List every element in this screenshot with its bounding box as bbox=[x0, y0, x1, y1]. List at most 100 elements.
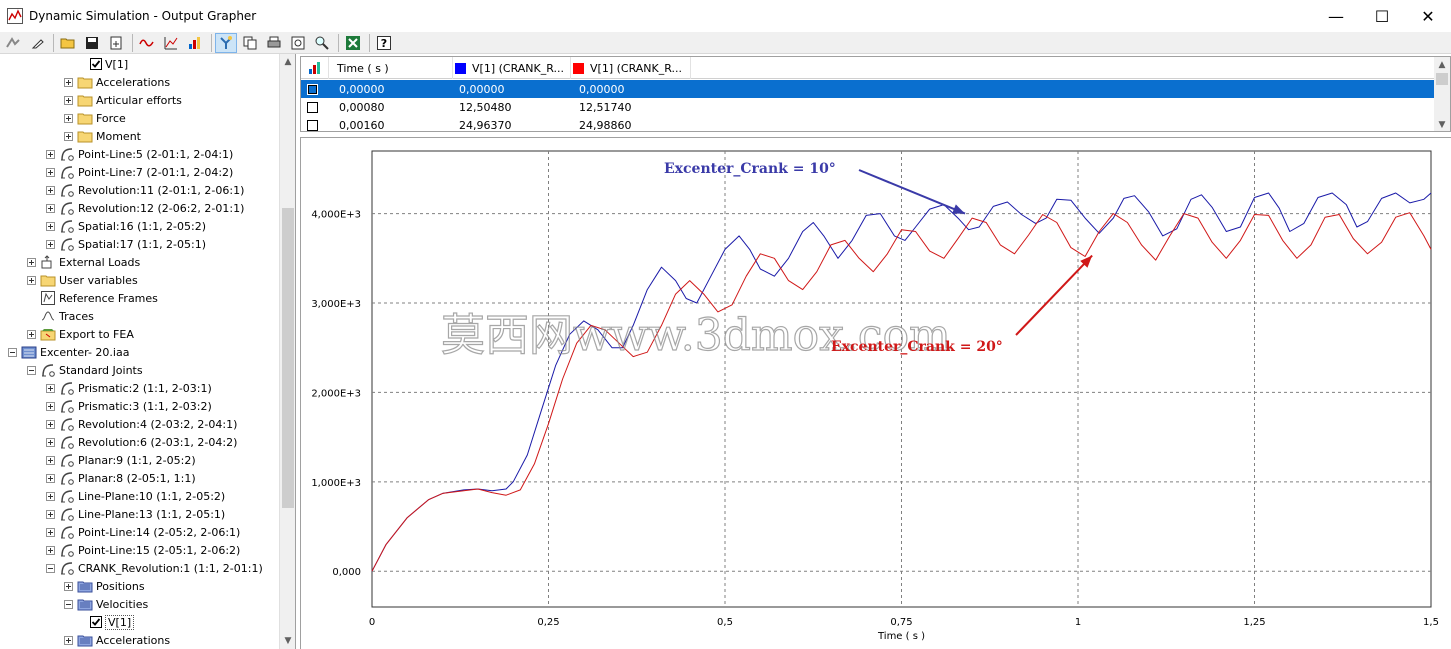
tree-item[interactable]: Point-Line:7 (2-01:1, 2-04:2) bbox=[0, 163, 280, 181]
expand-icon[interactable] bbox=[46, 167, 55, 177]
tree-item[interactable]: User variables bbox=[0, 271, 280, 289]
tree-item[interactable]: Planar:9 (1:1, 2-05:2) bbox=[0, 451, 280, 469]
tree-item[interactable]: Force bbox=[0, 109, 280, 127]
tree-item[interactable]: Revolution:11 (2-01:1, 2-06:1) bbox=[0, 181, 280, 199]
expand-icon[interactable] bbox=[46, 491, 55, 501]
filter-icon[interactable] bbox=[215, 32, 237, 53]
table-row[interactable]: 0,00160 24,96370 24,98860 bbox=[301, 116, 1436, 131]
curve-edit-icon[interactable] bbox=[2, 33, 24, 53]
collapse-icon[interactable] bbox=[64, 599, 73, 609]
expand-icon[interactable] bbox=[27, 329, 36, 339]
expand-icon[interactable] bbox=[27, 275, 36, 285]
tree-item[interactable]: Revolution:4 (2-03:2, 2-04:1) bbox=[0, 415, 280, 433]
expand-icon[interactable] bbox=[64, 581, 73, 591]
copy-icon[interactable] bbox=[239, 33, 261, 53]
zoom-icon[interactable] bbox=[311, 33, 333, 53]
expand-icon[interactable] bbox=[46, 185, 55, 195]
maximize-button[interactable]: ☐ bbox=[1359, 0, 1405, 32]
export-icon[interactable] bbox=[105, 33, 127, 53]
tree-item[interactable]: Prismatic:3 (1:1, 2-03:2) bbox=[0, 397, 280, 415]
tree-item[interactable]: Planar:8 (2-05:1, 1:1) bbox=[0, 469, 280, 487]
expand-icon[interactable] bbox=[46, 527, 55, 537]
tree-item[interactable]: Articular efforts bbox=[0, 91, 280, 109]
expand-icon[interactable] bbox=[27, 257, 36, 267]
scroll-down-icon[interactable]: ▼ bbox=[1434, 117, 1450, 131]
tree-item[interactable]: Line-Plane:10 (1:1, 2-05:2) bbox=[0, 487, 280, 505]
tree-item[interactable]: Standard Joints bbox=[0, 361, 280, 379]
expand-icon[interactable] bbox=[46, 383, 55, 393]
tree-item[interactable]: Traces bbox=[0, 307, 280, 325]
collapse-icon[interactable] bbox=[46, 563, 55, 573]
excel-icon[interactable] bbox=[342, 33, 364, 53]
expand-icon[interactable] bbox=[46, 455, 55, 465]
table-corner[interactable] bbox=[301, 57, 329, 79]
row-checkbox[interactable] bbox=[307, 101, 318, 113]
expand-icon[interactable] bbox=[46, 239, 55, 249]
tree-item[interactable]: Line-Plane:13 (1:1, 2-05:1) bbox=[0, 505, 280, 523]
tree-item[interactable]: Point-Line:5 (2-01:1, 2-04:1) bbox=[0, 145, 280, 163]
close-button[interactable]: ✕ bbox=[1405, 0, 1451, 32]
checkbox[interactable] bbox=[90, 616, 102, 628]
curve-icon[interactable] bbox=[136, 33, 158, 53]
scroll-up-icon[interactable]: ▲ bbox=[1434, 57, 1450, 73]
table-scrollbar[interactable]: ▲ ▼ bbox=[1434, 57, 1450, 131]
tree-item[interactable]: Accelerations bbox=[0, 73, 280, 91]
column-header-series-2[interactable]: V[1] (CRANK_R... bbox=[571, 57, 691, 79]
tree-item[interactable]: External Loads bbox=[0, 253, 280, 271]
column-header-time[interactable]: Time ( s ) bbox=[329, 57, 453, 79]
column-header-series-1[interactable]: V[1] (CRANK_R... bbox=[453, 57, 571, 79]
tree-item[interactable]: Prismatic:2 (1:1, 2-03:1) bbox=[0, 379, 280, 397]
collapse-icon[interactable] bbox=[27, 365, 36, 375]
print-icon[interactable] bbox=[263, 33, 285, 53]
tree-item[interactable]: Excenter- 20.iaa bbox=[0, 343, 280, 361]
expand-icon[interactable] bbox=[46, 437, 55, 447]
tree-item[interactable]: V[1] bbox=[0, 613, 280, 631]
table-row[interactable]: 0,00080 12,50480 12,51740 bbox=[301, 98, 1436, 116]
save-icon[interactable] bbox=[81, 33, 103, 53]
scroll-down-icon[interactable]: ▼ bbox=[280, 633, 295, 649]
tree-item[interactable]: Reference Frames bbox=[0, 289, 280, 307]
expand-icon[interactable] bbox=[46, 203, 55, 213]
help-icon[interactable]: ? bbox=[373, 33, 395, 53]
table-row[interactable]: 0,00000 0,00000 0,00000 bbox=[301, 80, 1436, 98]
tree-item[interactable]: CRANK_Revolution:1 (1:1, 2-01:1) bbox=[0, 559, 280, 577]
tree-item[interactable]: Moment bbox=[0, 127, 280, 145]
tree-item[interactable]: Export to FEA bbox=[0, 325, 280, 343]
tree-item[interactable]: Point-Line:14 (2-05:2, 2-06:1) bbox=[0, 523, 280, 541]
expand-icon[interactable] bbox=[46, 419, 55, 429]
expand-icon[interactable] bbox=[46, 509, 55, 519]
expand-icon[interactable] bbox=[64, 77, 73, 87]
tree-item[interactable]: Spatial:16 (1:1, 2-05:2) bbox=[0, 217, 280, 235]
expand-icon[interactable] bbox=[46, 401, 55, 411]
tree-scrollbar[interactable]: ▲ ▼ bbox=[279, 54, 295, 649]
eraser-icon[interactable] bbox=[26, 33, 48, 53]
velocity-chart[interactable]: 0 0,25 0,5 0,75 1 1,25 1,5 0,000 1,000E+3 2,000E+… bbox=[301, 138, 1451, 649]
expand-icon[interactable] bbox=[46, 473, 55, 483]
tree-item[interactable]: Accelerations bbox=[0, 631, 280, 649]
row-checkbox[interactable] bbox=[307, 83, 318, 95]
zoom-fit-icon[interactable] bbox=[287, 33, 309, 53]
tree-item[interactable]: V[1] bbox=[0, 55, 280, 73]
scroll-up-icon[interactable]: ▲ bbox=[280, 54, 295, 70]
expand-icon[interactable] bbox=[46, 221, 55, 231]
minimize-button[interactable]: — bbox=[1313, 0, 1359, 32]
chart-color-icon[interactable] bbox=[184, 33, 206, 53]
tree-item[interactable]: Revolution:6 (2-03:1, 2-04:2) bbox=[0, 433, 280, 451]
add-curve-icon[interactable] bbox=[160, 33, 182, 53]
expand-icon[interactable] bbox=[46, 149, 55, 159]
checkbox[interactable] bbox=[90, 58, 102, 70]
tree-item[interactable]: Spatial:17 (1:1, 2-05:1) bbox=[0, 235, 280, 253]
expand-icon[interactable] bbox=[64, 113, 73, 123]
tree-item[interactable]: Positions bbox=[0, 577, 280, 595]
table-scroll-thumb[interactable] bbox=[1436, 73, 1448, 85]
tree-item[interactable]: Point-Line:15 (2-05:1, 2-06:2) bbox=[0, 541, 280, 559]
expand-icon[interactable] bbox=[46, 545, 55, 555]
expand-icon[interactable] bbox=[64, 131, 73, 141]
row-checkbox[interactable] bbox=[307, 119, 318, 131]
expand-icon[interactable] bbox=[64, 635, 73, 645]
collapse-icon[interactable] bbox=[8, 347, 17, 357]
tree-item[interactable]: Revolution:12 (2-06:2, 2-01:1) bbox=[0, 199, 280, 217]
tree-scroll-thumb[interactable] bbox=[282, 208, 294, 508]
open-folder-icon[interactable] bbox=[57, 33, 79, 53]
expand-icon[interactable] bbox=[64, 95, 73, 105]
